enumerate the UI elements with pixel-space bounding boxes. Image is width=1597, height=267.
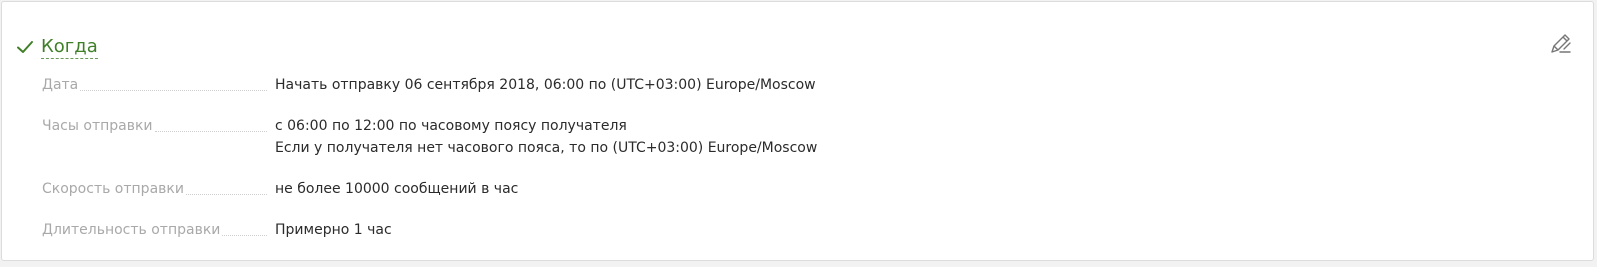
row-value-line: Примерно 1 час bbox=[275, 222, 392, 238]
row-send-hours: Часы отправки с 06:00 по 12:00 по часово… bbox=[42, 115, 1553, 159]
row-date: Дата Начать отправку 06 сентября 2018, 0… bbox=[42, 74, 1553, 96]
row-value-line: с 06:00 по 12:00 по часовому поясу получ… bbox=[275, 118, 627, 134]
row-value: с 06:00 по 12:00 по часовому поясу получ… bbox=[275, 115, 817, 159]
leader-dots bbox=[185, 193, 267, 195]
row-value: Начать отправку 06 сентября 2018, 06:00 … bbox=[275, 74, 816, 96]
leader-dots bbox=[80, 89, 267, 91]
checkmark-icon bbox=[15, 37, 35, 57]
row-send-speed: Скорость отправки не более 10000 сообщен… bbox=[42, 178, 1553, 200]
row-value-line: не более 10000 сообщений в час bbox=[275, 181, 519, 197]
section-title[interactable]: Когда bbox=[41, 36, 98, 59]
row-value: Примерно 1 час bbox=[275, 219, 392, 241]
row-value-line: Начать отправку 06 сентября 2018, 06:00 … bbox=[275, 77, 816, 93]
row-send-duration: Длительность отправки Примерно 1 час bbox=[42, 219, 1553, 241]
schedule-card: Когда Дата Начать отправку 06 сентября 2… bbox=[1, 1, 1594, 261]
details-list: Дата Начать отправку 06 сентября 2018, 0… bbox=[42, 74, 1553, 260]
leader-dots bbox=[154, 130, 267, 132]
section-header: Когда bbox=[15, 34, 98, 60]
leader-dots bbox=[222, 234, 267, 236]
row-value-line: Если у получателя нет часового пояса, то… bbox=[275, 140, 818, 156]
pencil-edit-icon[interactable] bbox=[1547, 29, 1575, 57]
row-value: не более 10000 сообщений в час bbox=[275, 178, 518, 200]
row-label: Часы отправки bbox=[42, 118, 153, 134]
row-label: Длительность отправки bbox=[42, 222, 221, 238]
row-label: Дата bbox=[42, 77, 79, 93]
row-label: Скорость отправки bbox=[42, 181, 184, 197]
